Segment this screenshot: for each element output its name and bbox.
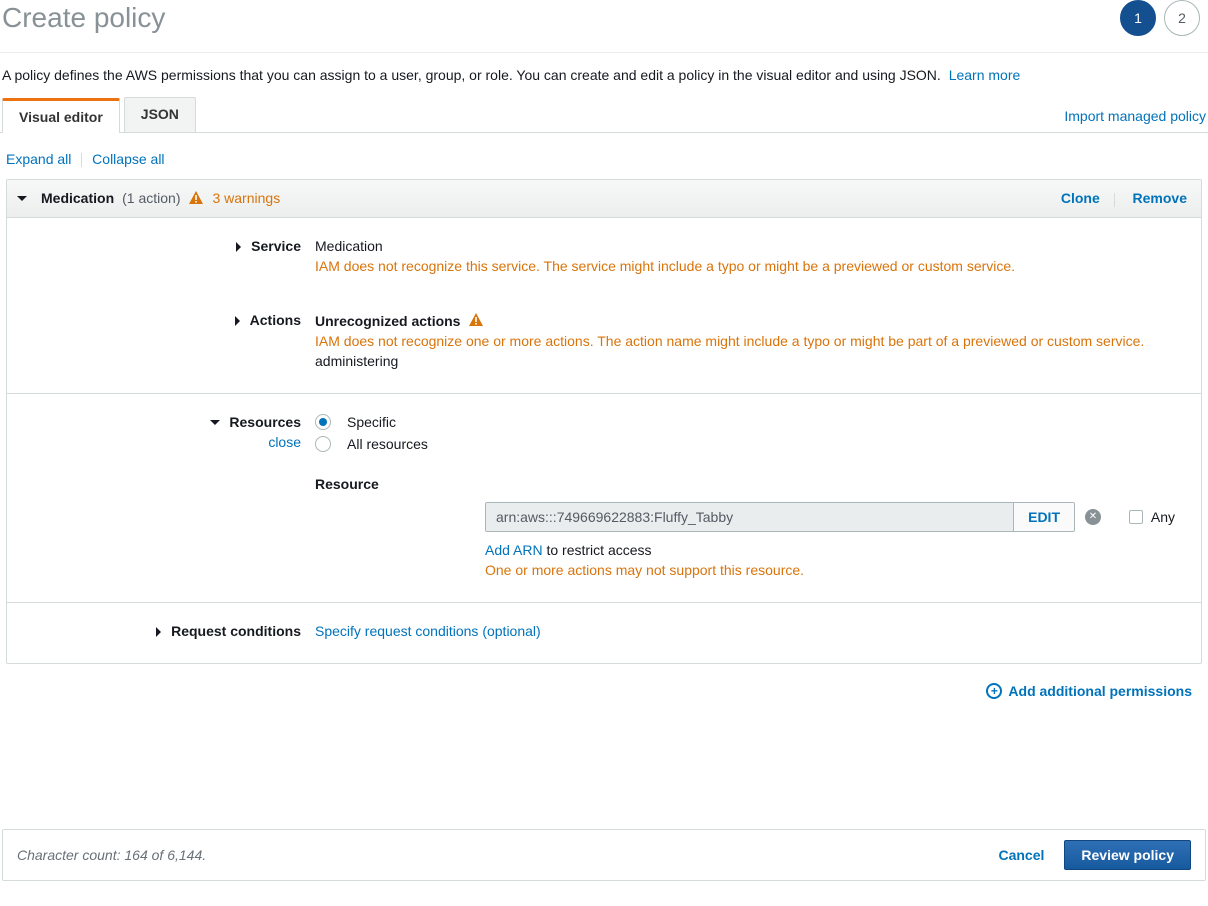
actions-warning: IAM does not recognize one or more actio… xyxy=(315,333,1183,349)
resource-warn: One or more actions may not support this… xyxy=(485,562,1183,578)
step-1[interactable]: 1 xyxy=(1120,0,1156,36)
chevron-right-icon[interactable] xyxy=(236,242,241,252)
header-divider xyxy=(0,52,1208,53)
arn-edit-button[interactable]: EDIT xyxy=(1013,503,1074,531)
resources-close-link[interactable]: close xyxy=(25,434,301,450)
resource-title: Resource xyxy=(315,476,1183,492)
any-checkbox[interactable] xyxy=(1129,510,1143,524)
arn-input-group: EDIT xyxy=(485,502,1075,532)
chevron-right-icon[interactable] xyxy=(156,627,161,637)
wizard-steps: 1 2 xyxy=(1120,0,1206,36)
panel-service-name: Medication xyxy=(41,190,114,206)
character-count: Character count: 164 of 6,144. xyxy=(17,847,206,863)
chevron-down-icon[interactable] xyxy=(210,420,220,425)
warning-icon xyxy=(188,190,204,206)
conditions-link[interactable]: Specify request conditions (optional) xyxy=(315,623,541,639)
radio-all-row[interactable]: All resources xyxy=(315,436,1183,452)
service-value: Medication xyxy=(315,238,1183,254)
collapse-all-link[interactable]: Collapse all xyxy=(92,151,164,167)
chevron-down-icon xyxy=(17,196,27,201)
service-actions-section: Service Medication IAM does not recogniz… xyxy=(7,218,1201,394)
warning-icon xyxy=(468,312,484,328)
intro-text: A policy defines the AWS permissions tha… xyxy=(0,67,1208,97)
radio-specific[interactable] xyxy=(315,414,331,430)
add-arn-link[interactable]: Add ARN xyxy=(485,542,543,558)
review-policy-button[interactable]: Review policy xyxy=(1064,840,1191,870)
actions-item: administering xyxy=(315,353,1183,369)
arn-input[interactable] xyxy=(486,503,1013,531)
any-label: Any xyxy=(1151,509,1175,525)
conditions-label-col: Request conditions xyxy=(25,623,315,639)
step-2[interactable]: 2 xyxy=(1164,0,1200,36)
radio-specific-row[interactable]: Specific xyxy=(315,414,1183,430)
resources-label: Resources xyxy=(229,414,301,430)
resources-section: Resources close Specific All resources R… xyxy=(7,394,1201,603)
add-permissions-button[interactable]: + Add additional permissions xyxy=(986,683,1192,699)
radio-specific-label: Specific xyxy=(347,414,396,430)
panel-warning-count: 3 warnings xyxy=(212,190,280,206)
expand-all-link[interactable]: Expand all xyxy=(6,151,71,167)
remove-button[interactable]: Remove xyxy=(1133,190,1187,206)
panel-actions-separator xyxy=(1114,193,1115,207)
service-label-col: Service xyxy=(25,238,315,274)
conditions-section: Request conditions Specify request condi… xyxy=(7,603,1201,663)
actions-title: Unrecognized actions xyxy=(315,313,460,329)
service-label: Service xyxy=(251,238,301,254)
tabs: Visual editor JSON xyxy=(2,97,200,132)
radio-all-label: All resources xyxy=(347,436,428,452)
panel-action-count: (1 action) xyxy=(122,190,180,206)
actions-label-col: Actions xyxy=(25,312,315,369)
chevron-right-icon[interactable] xyxy=(235,316,240,326)
conditions-label: Request conditions xyxy=(171,623,301,639)
toolbar: Expand all Collapse all xyxy=(0,133,1208,179)
resources-label-col: Resources close xyxy=(25,414,315,578)
actions-label: Actions xyxy=(250,312,301,328)
tab-row: Visual editor JSON Import managed policy xyxy=(0,97,1208,133)
footer-bar: Character count: 164 of 6,144. Cancel Re… xyxy=(2,829,1206,881)
permission-panel: Medication (1 action) 3 warnings Clone R… xyxy=(6,179,1202,663)
clone-button[interactable]: Clone xyxy=(1061,190,1100,206)
plus-circle-icon: + xyxy=(986,683,1002,699)
cancel-button[interactable]: Cancel xyxy=(998,847,1044,863)
service-warning: IAM does not recognize this service. The… xyxy=(315,258,1183,274)
add-arn-suffix: to restrict access xyxy=(543,542,652,558)
tab-json[interactable]: JSON xyxy=(124,97,196,132)
radio-all[interactable] xyxy=(315,436,331,452)
toolbar-separator xyxy=(81,153,82,167)
panel-actions: Clone Remove xyxy=(1051,190,1187,206)
import-managed-policy-link[interactable]: Import managed policy xyxy=(1064,108,1206,132)
remove-arn-icon[interactable] xyxy=(1085,509,1101,525)
learn-more-link[interactable]: Learn more xyxy=(949,67,1021,83)
add-permissions-label: Add additional permissions xyxy=(1008,683,1192,699)
page-title: Create policy xyxy=(2,2,165,34)
tab-visual-editor[interactable]: Visual editor xyxy=(2,98,120,133)
intro-body: A policy defines the AWS permissions tha… xyxy=(2,67,941,83)
panel-header[interactable]: Medication (1 action) 3 warnings Clone R… xyxy=(7,180,1201,217)
